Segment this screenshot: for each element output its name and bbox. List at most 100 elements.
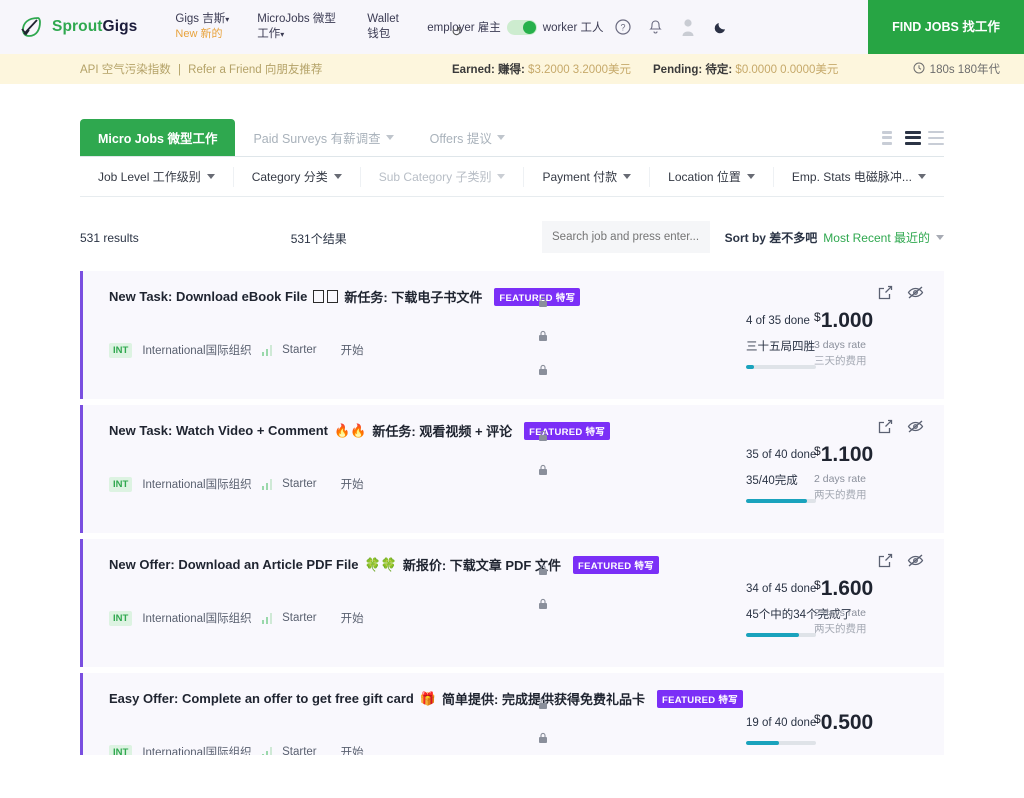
job-title-cn: 新任务: 观看视频 + 评论: [372, 424, 513, 439]
international-label: International国际组织: [142, 613, 252, 625]
filter-emp-stats-label: Emp. Stats 电磁脉冲...: [791, 170, 912, 184]
job-title-en: Easy Offer: Complete an offer to get fre…: [109, 691, 414, 706]
job-price-block: $1.000 3 days rate 三天的费用: [814, 309, 924, 368]
search-input[interactable]: [542, 221, 710, 253]
role-switcher[interactable]: employer 雇主 worker 工人 ↺: [423, 0, 607, 54]
job-title[interactable]: New Task: Watch Video + Comment 🔥🔥 新任务: …: [109, 421, 924, 440]
chevron-down-icon: [917, 174, 926, 179]
top-navigation: SproutGigs Gigs 吉斯▾ New 新的 MicroJobs 微型工…: [0, 0, 1024, 54]
lock-icon: [538, 731, 548, 749]
status-badge: FEATURED 特写: [656, 689, 743, 708]
role-toggle-switch[interactable]: [506, 19, 537, 35]
earned-label: Earned: 赚得:: [452, 64, 525, 76]
lock-icons: [538, 429, 548, 481]
find-jobs-button[interactable]: FIND JOBS 找工作: [868, 0, 1024, 54]
hide-job-icon[interactable]: [907, 553, 924, 573]
nav-item-gigs[interactable]: Gigs 吉斯▾ New 新的: [161, 0, 243, 54]
history-icon[interactable]: ↺: [451, 24, 462, 40]
filter-sub-category[interactable]: Sub Category 子类别: [361, 166, 525, 187]
progress-bar: [746, 499, 816, 503]
level-bars-icon: [261, 478, 273, 490]
job-title[interactable]: New Offer: Download an Article PDF File …: [109, 555, 924, 574]
table-row[interactable]: New Offer: Download an Article PDF File …: [80, 539, 944, 667]
filter-location-label: Location 位置: [668, 170, 741, 184]
tab-paid-surveys[interactable]: Paid Surveys 有薪调查: [235, 119, 411, 156]
level-bars-icon: [261, 612, 273, 624]
job-price: $1.100: [814, 443, 924, 467]
filter-category[interactable]: Category 分类: [234, 166, 361, 187]
notification-bar: API 空气污染指数 | Refer a Friend 向朋友推荐 Earned…: [0, 54, 1024, 84]
job-level-en: Starter: [282, 344, 317, 356]
results-toolbar: 531 results 531个结果 Sort by 差不多吧 Most Rec…: [80, 221, 944, 255]
currency-symbol: $: [814, 444, 821, 458]
open-external-icon[interactable]: [878, 285, 893, 305]
chevron-down-icon: [206, 174, 215, 179]
job-price-block: $0.500: [814, 711, 924, 741]
job-list-viewport: New Task: Download eBook File 新任务: 下载电子书…: [80, 255, 944, 755]
filter-payment[interactable]: Payment 付款: [524, 166, 651, 187]
table-row[interactable]: Easy Offer: Complete an offer to get fre…: [80, 673, 944, 755]
job-title-emoji: 🍀🍀: [364, 556, 397, 572]
job-title[interactable]: Easy Offer: Complete an offer to get fre…: [109, 689, 924, 708]
filter-bar: Job Level 工作级别 Category 分类 Sub Category …: [80, 157, 944, 197]
tab-offers[interactable]: Offers 提议: [412, 119, 523, 156]
open-external-icon[interactable]: [878, 553, 893, 573]
open-external-icon[interactable]: [878, 419, 893, 439]
help-icon[interactable]: ?: [607, 0, 639, 54]
bell-icon[interactable]: [639, 0, 671, 54]
lock-icons: [538, 295, 548, 381]
card-view-icon[interactable]: [905, 130, 921, 145]
nav-item-microjobs-label: MicroJobs 微型工作: [257, 13, 336, 40]
filter-job-level-label: Job Level 工作级别: [98, 170, 201, 184]
job-level-en: Starter: [282, 478, 317, 490]
nav-item-microjobs[interactable]: MicroJobs 微型工作▾: [243, 0, 353, 54]
balance-info: Earned: 赚得: $3.2000 3.2000美元 Pending: 待定…: [452, 54, 838, 84]
job-title[interactable]: New Task: Download eBook File 新任务: 下载电子书…: [109, 287, 924, 306]
job-rate-cn: 两天的费用: [814, 489, 867, 501]
sproutgigs-leaf-icon: [18, 14, 44, 40]
list-view-icon[interactable]: [928, 130, 944, 145]
job-level-en: Starter: [282, 612, 317, 624]
international-label: International国际组织: [142, 345, 252, 357]
job-rate-cn: 两天的费用: [814, 623, 867, 635]
chevron-down-icon: [746, 174, 755, 179]
nav-item-wallet-label: Wallet 钱包: [367, 13, 399, 40]
pending-value: $0.0000 0.0000美元: [735, 64, 839, 76]
table-row[interactable]: New Task: Download eBook File 新任务: 下载电子书…: [80, 271, 944, 399]
job-actions: [878, 419, 924, 439]
lock-icon: [538, 697, 548, 715]
lock-icons: [538, 563, 548, 615]
avatar[interactable]: [671, 0, 705, 54]
filter-job-level[interactable]: Job Level 工作级别: [80, 166, 234, 187]
chevron-down-icon: [385, 135, 394, 140]
nav-item-gigs-label: Gigs 吉斯: [175, 13, 226, 25]
job-title-en: New Task: Watch Video + Comment: [109, 423, 329, 438]
table-row[interactable]: New Task: Watch Video + Comment 🔥🔥 新任务: …: [80, 405, 944, 533]
view-mode-toggles: [882, 130, 944, 145]
filter-emp-stats[interactable]: Emp. Stats 电磁脉冲...: [774, 167, 944, 187]
hide-job-icon[interactable]: [907, 285, 924, 305]
earned-value: $3.2000 3.2000美元: [528, 64, 631, 76]
grid-view-icon[interactable]: [882, 130, 898, 145]
tab-micro-jobs[interactable]: Micro Jobs 微型工作: [80, 119, 236, 156]
dark-mode-icon[interactable]: [705, 0, 737, 54]
progress-bar: [746, 633, 816, 637]
refer-friend-link[interactable]: Refer a Friend 向朋友推荐: [188, 64, 322, 76]
filter-category-label: Category 分类: [251, 170, 328, 184]
international-badge: INT: [109, 610, 133, 626]
filter-location[interactable]: Location 位置: [650, 166, 774, 187]
tab-micro-jobs-label: Micro Jobs 微型工作: [98, 132, 218, 146]
api-link[interactable]: API 空气污染指数: [80, 64, 171, 76]
job-title-en: New Task: Download eBook File: [109, 289, 308, 304]
hide-job-icon[interactable]: [907, 419, 924, 439]
lock-icon: [538, 329, 548, 347]
results-count-cn: 531个结果: [290, 231, 347, 246]
sort-control[interactable]: Sort by 差不多吧 Most Recent 最近的: [725, 221, 944, 253]
brand-logo-link[interactable]: SproutGigs: [0, 0, 161, 54]
session-timer: 180s 180年代: [913, 54, 1000, 84]
international-label: International国际组织: [142, 747, 252, 755]
timer-value: 180s 180年代: [929, 64, 1000, 76]
job-rate-en: 2 days rate: [814, 473, 866, 485]
nav-item-wallet[interactable]: Wallet 钱包: [353, 0, 423, 54]
svg-text:?: ?: [621, 23, 626, 33]
